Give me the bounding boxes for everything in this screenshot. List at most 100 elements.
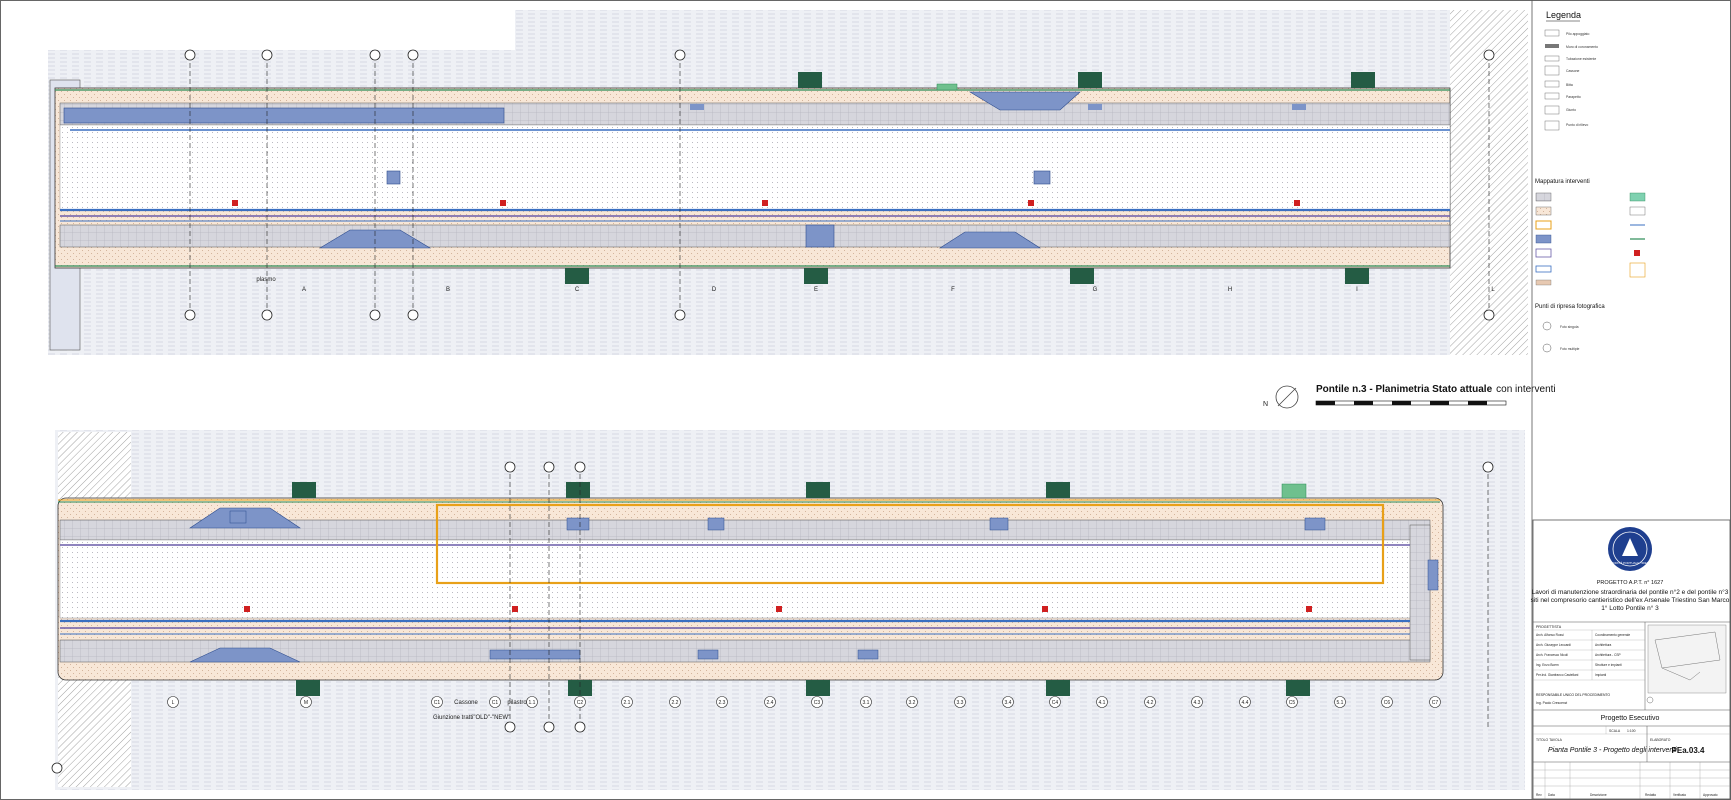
bollard bbox=[292, 482, 316, 498]
bay-label: A bbox=[302, 287, 306, 293]
pipeline-left bbox=[63, 107, 505, 124]
legend-item: Bitta bbox=[1566, 83, 1573, 87]
repair-patch bbox=[386, 170, 401, 185]
legend-item: Cassone bbox=[1566, 69, 1579, 73]
bollard bbox=[1070, 268, 1094, 284]
axis-label: 3.3 bbox=[957, 700, 964, 706]
rup-label: RESPONSABILE UNICO DEL PROCEDIMENTO bbox=[1536, 693, 1610, 697]
repair-patch bbox=[1033, 170, 1051, 185]
team-role: Coordinamento generale bbox=[1595, 633, 1630, 637]
bollard bbox=[798, 72, 822, 88]
paving-strip-2 bbox=[59, 224, 1451, 248]
bollard bbox=[1046, 680, 1070, 696]
repair-patch bbox=[989, 517, 1009, 531]
legend-item: Punto di rilievo bbox=[1566, 123, 1588, 127]
axis-label: 2.4 bbox=[767, 700, 774, 706]
sheet-title-label: TITOLO TAVOLA bbox=[1536, 738, 1563, 742]
bay-label: E bbox=[814, 287, 818, 293]
axis-label: 4.3 bbox=[1194, 700, 1201, 706]
red-marker bbox=[244, 606, 250, 612]
logo-text: AUTORITÀ PORTUALE TRIESTE bbox=[1607, 561, 1653, 565]
legend-item: Muro di coronamento bbox=[1566, 45, 1598, 49]
red-marker bbox=[500, 200, 506, 206]
sheet-code: PEa.03.4 bbox=[1672, 746, 1705, 755]
bay-label: D bbox=[712, 287, 717, 293]
rev-header: Redatto bbox=[1645, 793, 1656, 797]
axis-label: L bbox=[172, 700, 175, 706]
axis-label: 4.1 bbox=[1099, 700, 1106, 706]
repair-patch bbox=[1088, 104, 1102, 110]
team-name: Per.Ind. Gianfranco Castellani bbox=[1536, 673, 1579, 677]
red-marker bbox=[512, 606, 518, 612]
repair-patch bbox=[566, 517, 590, 531]
bollard bbox=[565, 268, 589, 284]
bollard bbox=[1351, 72, 1375, 88]
deck-centre-bottom bbox=[59, 539, 1431, 619]
red-marker bbox=[762, 200, 768, 206]
axis-label: pilastro bbox=[507, 700, 527, 706]
scale-label: SCALA bbox=[1609, 729, 1621, 733]
axis-label: 3.1 bbox=[863, 700, 870, 706]
description-line: 1° Lotto Pontile n° 3 bbox=[1601, 604, 1659, 612]
drawing-sheet: A B C D E F G H I L plasmo N Pontile n.3… bbox=[0, 0, 1731, 800]
rev-header: Descrizione bbox=[1590, 793, 1607, 797]
bollard bbox=[1078, 72, 1102, 88]
axis-label: C1 bbox=[434, 700, 441, 706]
legend-item: Giunto bbox=[1566, 108, 1576, 112]
axis-label: Cassone bbox=[454, 700, 478, 706]
team-name: Arch. Giuseppe Leccardi bbox=[1536, 643, 1571, 647]
repair-patch bbox=[697, 649, 719, 660]
bollard bbox=[1286, 680, 1310, 696]
land-area-top bbox=[20, 10, 515, 50]
axis-label: 5.1 bbox=[1337, 700, 1344, 706]
north-label: N bbox=[1263, 401, 1268, 408]
pier-head-paving bbox=[1409, 524, 1431, 661]
team-name: Arch. Alfonso Rossi bbox=[1536, 633, 1564, 637]
red-marker bbox=[1042, 606, 1048, 612]
repair-patch bbox=[707, 517, 725, 531]
camera-multiple-icon bbox=[1542, 343, 1552, 353]
axis-label: 1.1 bbox=[529, 700, 536, 706]
legend-section-foto: Punti di ripresa fotografica bbox=[1535, 304, 1605, 310]
bollard bbox=[296, 680, 320, 696]
legend-section-interventi: Mappatura interventi bbox=[1535, 179, 1590, 185]
red-marker bbox=[1294, 200, 1300, 206]
axis-label: C5 bbox=[1289, 700, 1296, 706]
title-block: AUTORITÀ PORTUALE TRIESTE PROGETTO A.P.T… bbox=[1531, 519, 1731, 800]
repair-patch bbox=[857, 649, 879, 660]
axis-label: 2.3 bbox=[719, 700, 726, 706]
axis-label: 3.2 bbox=[909, 700, 916, 706]
axis-label: C2 bbox=[577, 700, 584, 706]
repair-patch bbox=[805, 224, 835, 248]
team-role: Architettura - CSP bbox=[1595, 653, 1621, 657]
repair-patch bbox=[1427, 559, 1439, 591]
team-name: Arch. Francesco Nicoli bbox=[1536, 653, 1568, 657]
legend-foto-item: Foto multiple bbox=[1560, 347, 1580, 351]
elaborato-label: ELABORATO bbox=[1650, 738, 1671, 742]
plan-title: Pontile n.3 - Planimetria Stato attuale c… bbox=[1316, 384, 1556, 395]
axis-label: 2.2 bbox=[672, 700, 679, 706]
plan-title-suffix: con interventi bbox=[1496, 384, 1555, 395]
team-role: Impianti bbox=[1595, 673, 1606, 677]
deck-centre-top bbox=[59, 124, 1451, 211]
phase-label: Progetto Esecutivo bbox=[1601, 715, 1660, 722]
axis-label: C7 bbox=[1432, 700, 1439, 706]
red-marker bbox=[1028, 200, 1034, 206]
plan-title-main: Pontile n.3 - Planimetria Stato attuale bbox=[1316, 384, 1493, 395]
bay-label: F bbox=[951, 287, 955, 293]
axis-label: 4.2 bbox=[1147, 700, 1154, 706]
red-marker bbox=[1306, 606, 1312, 612]
repair-patch bbox=[690, 104, 704, 110]
legend-foto-item: Foto singola bbox=[1560, 325, 1579, 329]
legend-item: Parapetto bbox=[1566, 95, 1581, 99]
team-role: Strutture e impianti bbox=[1595, 663, 1622, 667]
bay-label: H bbox=[1228, 287, 1232, 293]
bollard bbox=[566, 482, 590, 498]
team-role: Architettura bbox=[1595, 643, 1612, 647]
progettista-label: PROGETTISTA bbox=[1536, 625, 1562, 629]
team-name: Ing. Enzo Boem bbox=[1536, 663, 1559, 667]
bollard bbox=[806, 680, 830, 696]
red-marker bbox=[232, 200, 238, 206]
repair-patch bbox=[489, 649, 581, 660]
pier-label: plasmo bbox=[256, 277, 276, 283]
